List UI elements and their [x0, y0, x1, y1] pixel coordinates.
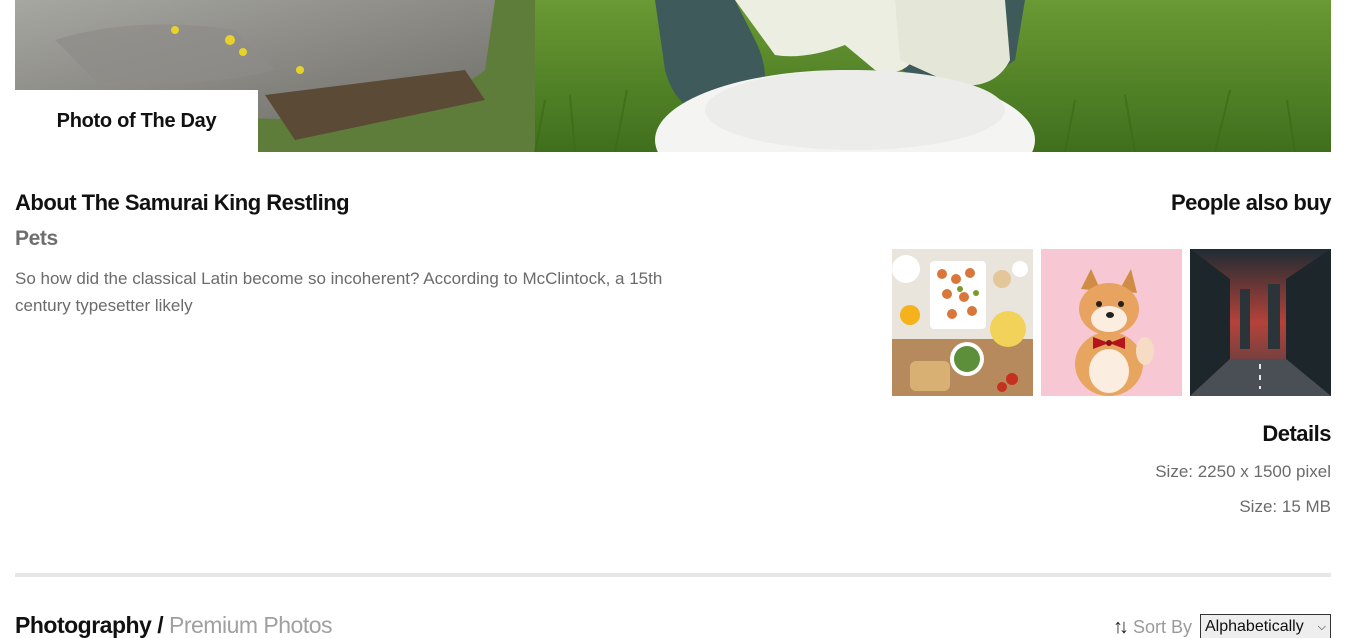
- breadcrumb: Photography / Premium Photos: [15, 612, 333, 638]
- details-title: Details: [1262, 421, 1331, 446]
- about-title: About The Samurai King Restling: [15, 190, 350, 215]
- shiba-dog-image: [1041, 249, 1182, 396]
- people-also-buy-title: People also buy: [1171, 190, 1332, 215]
- food-spread-image: [892, 249, 1033, 396]
- file-size: Size: 15 MB: [1239, 497, 1331, 516]
- food-spread-thumbnail[interactable]: [892, 249, 1033, 396]
- people-also-buy-thumbnails: [892, 249, 1331, 396]
- city-street-thumbnail[interactable]: [1190, 249, 1331, 396]
- sort-select[interactable]: Alphabetically ⌵: [1200, 614, 1331, 638]
- about-description: So how did the classical Latin become so…: [15, 269, 663, 315]
- chevron-down-icon: ⌵: [1317, 620, 1326, 633]
- sort-control: ↑↓ Sort By Alphabetically ⌵: [1113, 614, 1331, 638]
- breadcrumb-photography[interactable]: Photography /: [15, 612, 164, 638]
- section-divider: [15, 573, 1331, 577]
- breadcrumb-premium-photos[interactable]: Premium Photos: [169, 612, 333, 638]
- sort-arrows-icon[interactable]: ↑↓: [1113, 616, 1129, 638]
- image-dimensions: Size: 2250 x 1500 pixel: [1155, 462, 1331, 481]
- category-label[interactable]: Pets: [15, 227, 58, 251]
- city-street-image: [1190, 249, 1331, 396]
- photo-of-the-day-badge: Photo of The Day: [15, 90, 258, 152]
- shiba-dog-thumbnail[interactable]: [1041, 249, 1182, 396]
- sort-label: Sort By: [1132, 616, 1192, 637]
- sort-select-value: Alphabetically: [1205, 618, 1304, 635]
